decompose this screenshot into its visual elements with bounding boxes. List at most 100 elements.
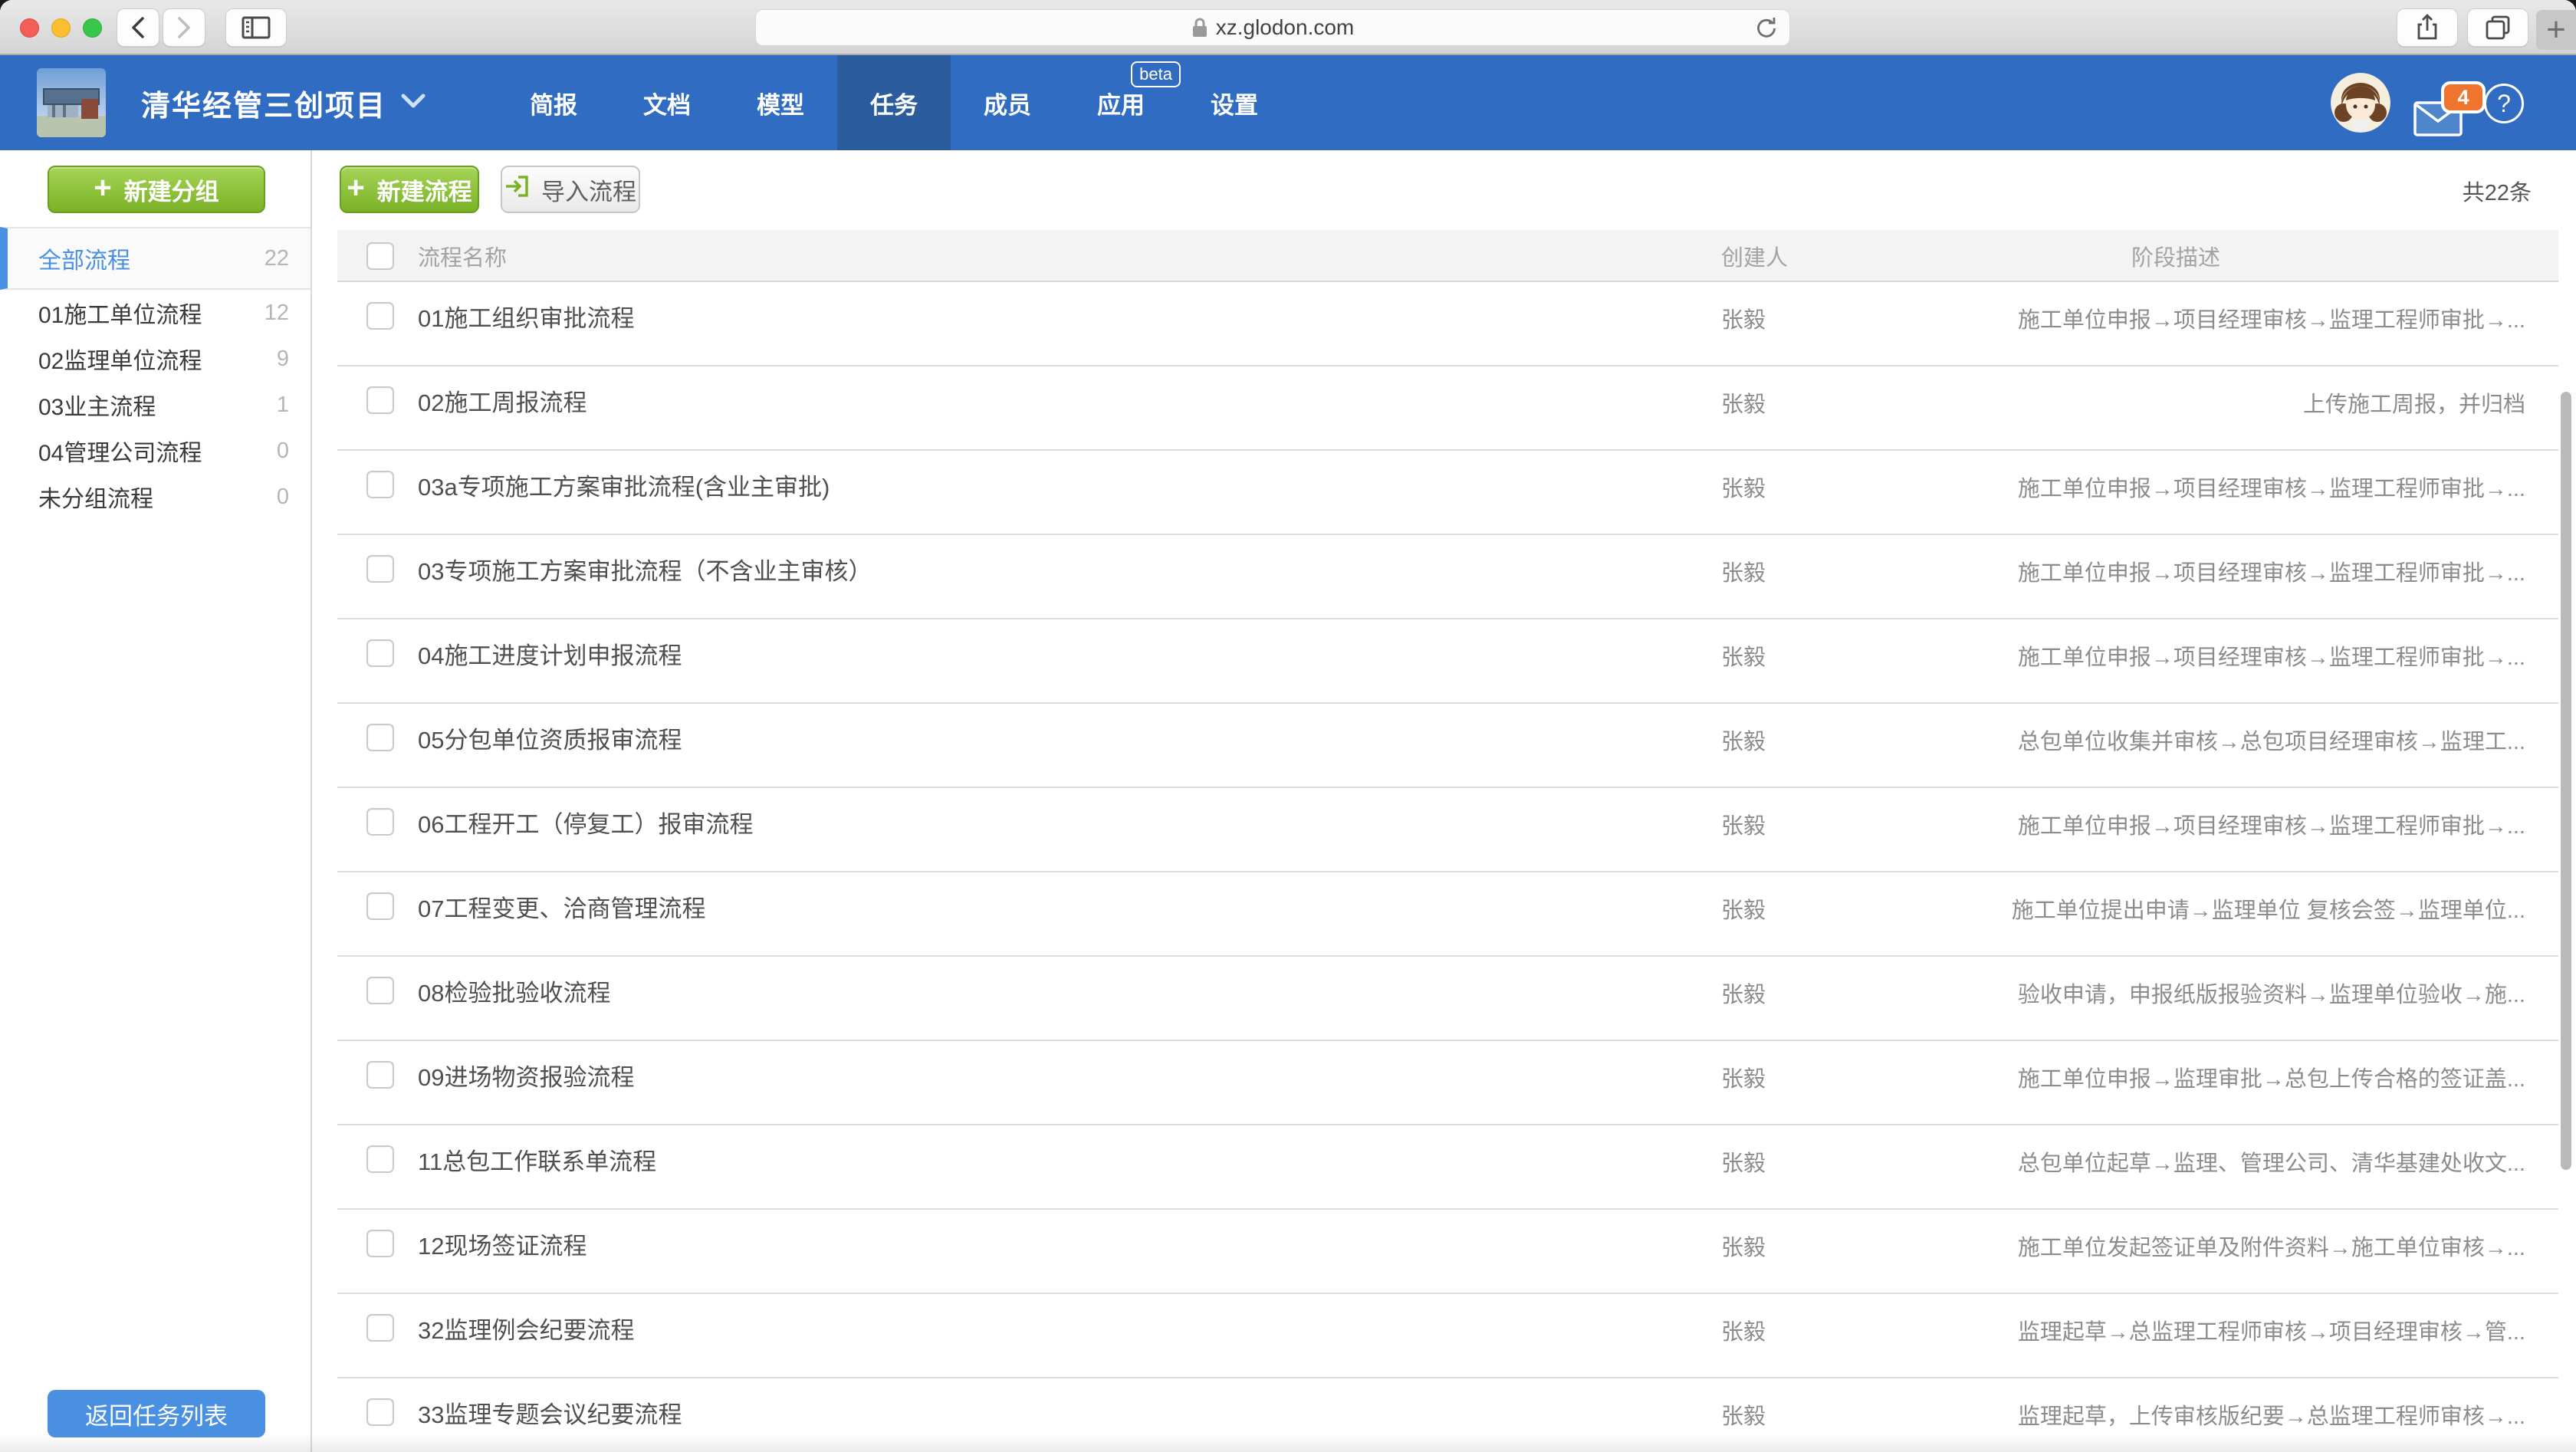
flow-creator: 张毅 — [1721, 1233, 1766, 1263]
question-mark-icon: ? — [2497, 90, 2511, 118]
flow-name[interactable]: 04施工进度计划申报流程 — [418, 641, 682, 672]
group-item[interactable]: 04管理公司流程 0 — [0, 428, 310, 474]
group-item[interactable]: 全部流程 22 — [0, 227, 310, 290]
nav-tab-label: 设置 — [1211, 86, 1258, 120]
group-list: 全部流程 22 01施工单位流程 12 02监理单位流程 9 03业主流程 1 — [0, 227, 310, 520]
row-checkbox[interactable] — [366, 555, 394, 583]
flow-name[interactable]: 02施工周报流程 — [418, 388, 586, 419]
table-row[interactable]: 03a专项施工方案审批流程(含业主审批) 张毅 施工单位申报→项目经理审核→监理… — [337, 451, 2558, 535]
select-all-checkbox[interactable] — [366, 242, 394, 270]
table-row[interactable]: 02施工周报流程 张毅 上传施工周报，并归档 — [337, 366, 2558, 451]
messages-button[interactable]: 4 — [2413, 84, 2487, 138]
nav-tab[interactable]: 文档 — [610, 55, 724, 150]
new-group-button[interactable]: + 新建分组 — [48, 166, 265, 213]
table-row[interactable]: 07工程变更、洽商管理流程 张毅 施工单位提出申请→监理单位 复核会签→监理单位… — [337, 872, 2558, 957]
row-checkbox[interactable] — [366, 639, 394, 667]
flow-stage-description: 施工单位申报→项目经理审核→监理工程师审批→... — [2018, 558, 2525, 589]
flow-name[interactable]: 11总包工作联系单流程 — [418, 1147, 656, 1178]
flow-name[interactable]: 05分包单位资质报审流程 — [418, 725, 682, 756]
table-row[interactable]: 33监理专题会议纪要流程 张毅 监理起草，上传审核版纪要→总监理工程师审核→..… — [337, 1378, 2558, 1452]
flow-name[interactable]: 03a专项施工方案审批流程(含业主审批) — [418, 472, 830, 503]
table-row[interactable]: 03专项施工方案审批流程（不含业主审核） 张毅 施工单位申报→项目经理审核→监理… — [337, 535, 2558, 619]
flow-stage-description: 施工单位发起签证单及附件资料→施工单位审核→... — [2018, 1233, 2525, 1263]
chevron-right-icon — [174, 15, 194, 40]
help-button[interactable]: ? — [2484, 84, 2524, 123]
row-checkbox[interactable] — [366, 977, 394, 1004]
column-header-creator: 创建人 — [1721, 230, 1788, 282]
nav-tab[interactable]: 成员 — [951, 55, 1064, 150]
row-checkbox[interactable] — [366, 724, 394, 751]
flow-stage-description: 施工单位申报→项目经理审核→监理工程师审批→... — [2018, 811, 2525, 842]
flow-stage-description: 验收申请，申报纸版报验资料→监理单位验收→施... — [2018, 980, 2525, 1010]
group-item[interactable]: 01施工单位流程 12 — [0, 290, 310, 336]
window-minimize-button[interactable] — [51, 18, 71, 38]
flow-name[interactable]: 01施工组织审批流程 — [418, 304, 634, 334]
share-icon — [2416, 14, 2439, 41]
address-bar[interactable]: xz.glodon.com — [755, 9, 1790, 46]
group-item[interactable]: 02监理单位流程 9 — [0, 336, 310, 382]
nav-tab[interactable]: 模型 — [724, 55, 837, 150]
table-row[interactable]: 01施工组织审批流程 张毅 施工单位申报→项目经理审核→监理工程师审批→... — [337, 282, 2558, 366]
row-checkbox[interactable] — [366, 471, 394, 498]
new-flow-button[interactable]: + 新建流程 — [340, 166, 479, 213]
flow-name[interactable]: 06工程开工（停复工）报审流程 — [418, 810, 753, 840]
groups-sidebar: + 新建分组 全部流程 22 01施工单位流程 12 02监理单位流程 9 — [0, 150, 312, 1452]
row-checkbox[interactable] — [366, 1314, 394, 1342]
reload-icon[interactable] — [1754, 16, 1779, 44]
flow-stage-description: 施工单位提出申请→监理单位 复核会签→监理单位... — [2012, 895, 2525, 926]
row-checkbox[interactable] — [366, 1230, 394, 1257]
table-row[interactable]: 06工程开工（停复工）报审流程 张毅 施工单位申报→项目经理审核→监理工程师审批… — [337, 788, 2558, 872]
nav-tab[interactable]: 简报 — [497, 55, 610, 150]
flow-name[interactable]: 12现场签证流程 — [418, 1231, 586, 1262]
row-checkbox[interactable] — [366, 386, 394, 414]
import-flow-button[interactable]: 导入流程 — [501, 166, 640, 213]
row-checkbox[interactable] — [366, 302, 394, 330]
window-zoom-button[interactable] — [83, 18, 102, 38]
browser-back-button[interactable] — [117, 8, 159, 47]
flow-name[interactable]: 33监理专题会议纪要流程 — [418, 1400, 682, 1431]
project-switcher[interactable]: 清华经管三创项目 — [141, 55, 426, 150]
back-to-tasks-button[interactable]: 返回任务列表 — [48, 1390, 265, 1437]
vertical-scrollbar-thumb[interactable] — [2561, 392, 2571, 1170]
row-checkbox[interactable] — [366, 1398, 394, 1426]
row-checkbox[interactable] — [366, 1061, 394, 1089]
share-button[interactable] — [2397, 8, 2458, 47]
table-row[interactable]: 05分包单位资质报审流程 张毅 总包单位收集并审核→总包项目经理审核→监理工..… — [337, 704, 2558, 788]
flow-name[interactable]: 32监理例会纪要流程 — [418, 1316, 634, 1346]
tab-overview-button[interactable] — [2467, 8, 2528, 47]
table-row[interactable]: 09进场物资报验流程 张毅 施工单位申报→监理审批→总包上传合格的签证盖... — [337, 1041, 2558, 1125]
nav-tab[interactable]: 任务 — [837, 55, 951, 150]
flow-name[interactable]: 09进场物资报验流程 — [418, 1063, 634, 1093]
table-row[interactable]: 12现场签证流程 张毅 施工单位发起签证单及附件资料→施工单位审核→... — [337, 1210, 2558, 1294]
user-avatar[interactable] — [2331, 73, 2390, 133]
nav-tab-label: 成员 — [984, 86, 1031, 120]
flow-creator: 张毅 — [1721, 1317, 1766, 1348]
table-row[interactable]: 11总包工作联系单流程 张毅 总包单位起草→监理、管理公司、清华基建处收文... — [337, 1125, 2558, 1210]
app-header: 清华经管三创项目 简报 文档 模型 — [0, 55, 2576, 150]
row-checkbox[interactable] — [366, 892, 394, 920]
window-close-button[interactable] — [20, 18, 39, 38]
nav-tab-label: 模型 — [757, 86, 804, 120]
group-label: 04管理公司流程 — [38, 434, 202, 468]
new-tab-button[interactable]: + — [2536, 10, 2576, 50]
group-label: 03业主流程 — [38, 388, 156, 422]
group-item[interactable]: 未分组流程 0 — [0, 474, 310, 520]
nav-tab[interactable]: 应用 beta — [1064, 55, 1178, 150]
row-checkbox[interactable] — [366, 808, 394, 836]
table-header: 流程名称 创建人 阶段描述 — [337, 230, 2558, 282]
plus-icon: + — [94, 172, 111, 203]
group-item[interactable]: 03业主流程 1 — [0, 382, 310, 428]
table-row[interactable]: 08检验批验收流程 张毅 验收申请，申报纸版报验资料→监理单位验收→施... — [337, 957, 2558, 1041]
sidebar-toggle-button[interactable] — [225, 8, 287, 47]
flow-stage-description: 施工单位申报→项目经理审核→监理工程师审批→... — [2018, 305, 2525, 336]
flow-name[interactable]: 08检验批验收流程 — [418, 978, 610, 1009]
flow-name[interactable]: 07工程变更、洽商管理流程 — [418, 894, 705, 925]
table-row[interactable]: 32监理例会纪要流程 张毅 监理起草→总监理工程师审核→项目经理审核→管... — [337, 1294, 2558, 1378]
row-checkbox[interactable] — [366, 1145, 394, 1173]
table-row[interactable]: 04施工进度计划申报流程 张毅 施工单位申报→项目经理审核→监理工程师审批→..… — [337, 619, 2558, 704]
flow-name[interactable]: 03专项施工方案审批流程（不含业主审核） — [418, 557, 872, 587]
browser-forward-button[interactable] — [163, 8, 205, 47]
group-label: 02监理单位流程 — [38, 342, 202, 376]
import-flow-label: 导入流程 — [541, 172, 636, 207]
nav-tab[interactable]: 设置 — [1178, 55, 1291, 150]
